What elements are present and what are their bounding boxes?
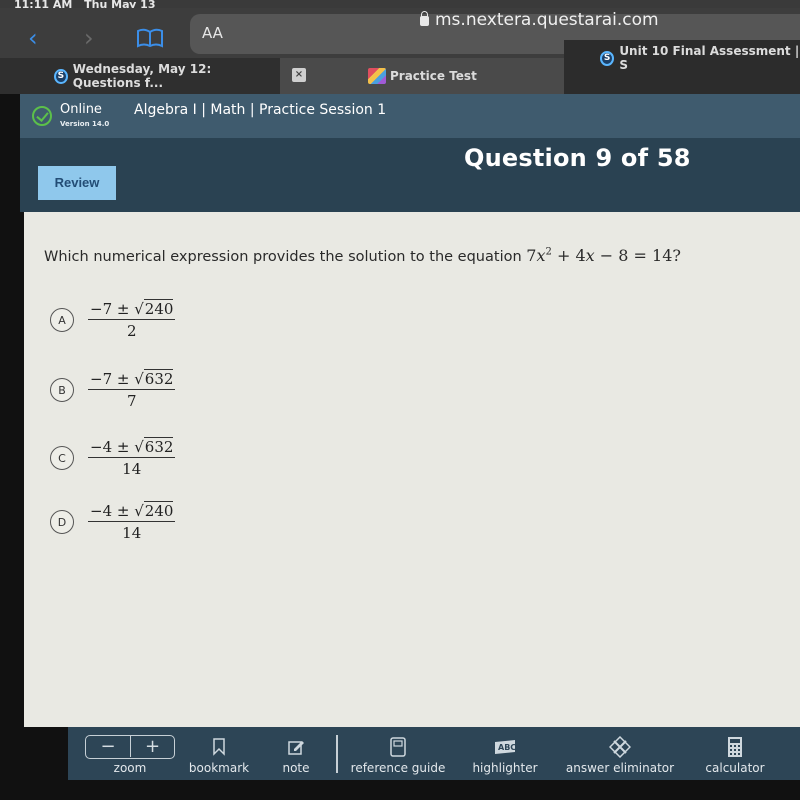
svg-text:ABC: ABC [498,743,516,752]
tab-title: Unit 10 Final Assessment | S [619,44,800,72]
zoom-controls: − + [85,735,175,759]
answer-option-b[interactable]: B −7 ± √632 7 [50,369,176,410]
option-expression: −7 ± √632 7 [88,369,176,410]
chevron-right-icon: › [84,24,94,52]
note-button[interactable]: note [276,727,316,780]
option-letter[interactable]: B [50,378,74,402]
tool-label: highlighter [472,761,538,775]
option-letter[interactable]: D [50,510,74,534]
lock-icon [420,11,429,26]
close-tab-icon[interactable]: × [292,68,306,82]
minus-icon: − [100,736,116,757]
tab-title: Practice Test [390,69,477,83]
version-label: Version 14.0 [60,120,110,128]
question-prompt: Which numerical expression provides the … [44,246,681,265]
answer-option-a[interactable]: A −7 ± √240 2 [50,299,176,340]
tool-label: bookmark [188,761,250,775]
calculator-icon [728,737,742,757]
toolbar-divider [336,735,338,773]
equation: 7x2 + 4x − 8 = 14? [526,246,681,265]
bookmarks-icon[interactable] [136,28,164,48]
schoology-icon: S [54,68,68,84]
tools-toolbar: − + zoom bookmark note reference guide A… [68,727,800,780]
answer-eliminator-icon [609,736,631,758]
option-expression: −7 ± √240 2 [88,299,176,340]
chevron-left-icon: ‹ [28,24,38,52]
zoom-tool: − + zoom [82,727,178,780]
plus-icon: + [144,736,161,757]
app-header: Online Version 14.0 Algebra I | Math | P… [20,94,800,138]
question-header: Review Question 9 of 58 [20,138,800,212]
tab-unit-10-assessment[interactable]: S Unit 10 Final Assessment | S [564,40,800,76]
tab-practice-test[interactable]: × Practice Test [280,58,564,94]
option-expression: −4 ± √632 14 [88,437,176,478]
text-size-button[interactable]: AA [202,24,223,42]
reference-guide-button[interactable]: reference guide [350,727,446,780]
calculator-button[interactable]: calculator [702,727,768,780]
answer-eliminator-button[interactable]: answer eliminator [564,727,676,780]
option-letter[interactable]: C [50,446,74,470]
bookmark-button[interactable]: bookmark [186,727,252,780]
url-text: ms.nextera.questarai.com [435,10,659,30]
zoom-in-button[interactable]: + [130,736,174,757]
tool-label: calculator [705,761,765,775]
option-letter[interactable]: A [50,308,74,332]
tool-label: note [282,761,310,775]
tool-label: zoom [113,761,147,775]
reference-book-icon [390,737,406,757]
question-counter: Question 9 of 58 [464,144,691,172]
online-check-icon [32,106,52,126]
tool-label: reference guide [350,761,446,775]
zoom-out-button[interactable]: − [86,736,130,757]
forward-button[interactable]: › [84,26,94,50]
highlighter-button[interactable]: ABC highlighter [470,727,540,780]
url-field[interactable]: ms.nextera.questarai.com [420,10,659,30]
schoology-icon: S [600,50,615,66]
highlighter-icon: ABC [495,740,516,754]
bookmark-icon [213,738,225,756]
tab-strip: S Wednesday, May 12: Questions f... × Pr… [0,40,800,94]
session-title: Algebra I | Math | Practice Session 1 [134,102,387,118]
back-button[interactable]: ‹ [28,26,38,50]
note-icon [288,741,304,755]
prompt-text: Which numerical expression provides the … [44,249,522,265]
answer-option-c[interactable]: C −4 ± √632 14 [50,437,176,478]
review-button[interactable]: Review [38,166,116,200]
tool-label: answer eliminator [565,761,675,775]
option-expression: −4 ± √240 14 [88,501,176,542]
question-panel: Which numerical expression provides the … [24,212,800,727]
tab-wednesday-questions[interactable]: S Wednesday, May 12: Questions f... [0,58,280,94]
practice-test-icon [368,68,386,84]
online-status: Online [60,102,102,117]
answer-option-d[interactable]: D −4 ± √240 14 [50,501,176,542]
tab-title: Wednesday, May 12: Questions f... [72,62,212,90]
